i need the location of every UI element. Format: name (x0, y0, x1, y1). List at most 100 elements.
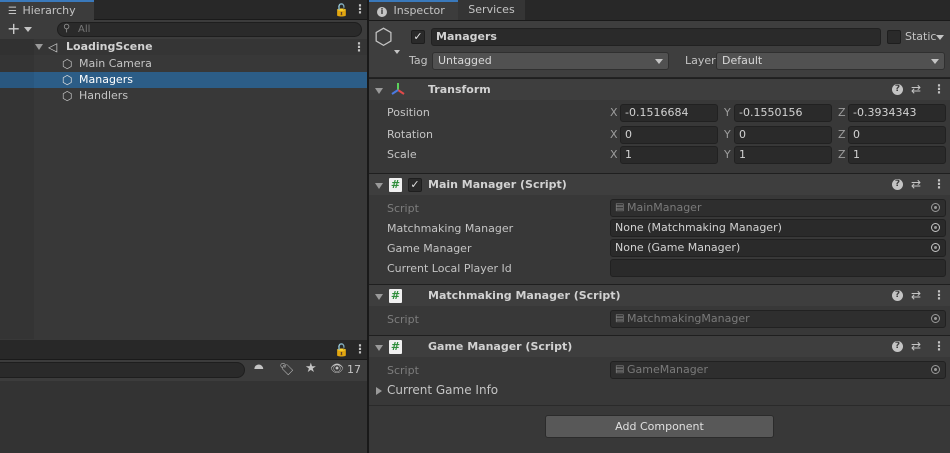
script-file-icon: ▤ (615, 202, 625, 213)
main-manager-header[interactable]: # ✓ Main Manager (Script) ? ⇄ ⋮ (369, 173, 950, 195)
list-icon: ☰ (8, 6, 17, 17)
gameobject-cube-icon: ⬡ (62, 89, 73, 103)
object-name-input[interactable]: Managers (431, 28, 881, 46)
active-checkbox[interactable]: ✓ (411, 30, 425, 44)
game-manager-header[interactable]: # Game Manager (Script) ? ⇄ ⋮ (369, 335, 950, 357)
favorite-star-icon[interactable]: ★ (305, 361, 317, 376)
tab-services[interactable]: Services (458, 0, 525, 20)
game-manager-field[interactable]: None (Game Manager) (610, 239, 946, 257)
help-icon[interactable]: ? (892, 179, 903, 190)
filter-by-label-icon[interactable]: 🏷 (279, 362, 294, 376)
axis-z-label[interactable]: Z (838, 106, 846, 119)
axis-x-label[interactable]: X (610, 106, 618, 119)
script-field: ▤ MainManager (610, 199, 946, 217)
kebab-menu-icon[interactable]: ⋮ (354, 3, 366, 15)
icon-dropdown-arrow-icon[interactable] (394, 50, 400, 54)
matchmaking-manager-title: Matchmaking Manager (Script) (428, 289, 621, 302)
main-manager-foldout-icon[interactable] (375, 183, 383, 189)
matchmaking-foldout-icon[interactable] (375, 294, 383, 300)
component-menu-icon[interactable]: ⋮ (933, 340, 945, 352)
static-label[interactable]: Static (905, 30, 936, 43)
rotation-x-field[interactable]: 0 (620, 126, 718, 144)
presets-icon[interactable]: ⇄ (911, 178, 921, 190)
axis-y-label[interactable]: Y (724, 106, 731, 119)
axis-z-label[interactable]: Z (838, 148, 846, 161)
main-manager-enabled-checkbox[interactable]: ✓ (408, 178, 422, 192)
scene-menu-icon[interactable]: ⋮ (353, 41, 365, 53)
object-picker-icon (931, 203, 940, 212)
layer-dropdown[interactable]: Default (716, 52, 945, 70)
position-y-field[interactable]: -0.1550156 (734, 104, 832, 122)
axis-z-label[interactable]: Z (838, 128, 846, 141)
object-picker-icon (931, 365, 940, 374)
scene-row[interactable]: ◁ LoadingScene ⋮ (0, 39, 367, 55)
gameobject-icon[interactable]: ⬡ (374, 25, 393, 51)
help-icon[interactable]: ? (892, 290, 903, 301)
transform-body: Position X -0.1516684 Y -0.1550156 Z -0.… (369, 100, 950, 173)
transform-header[interactable]: Transform ? ⇄ ⋮ (369, 78, 950, 100)
current-local-player-id-input[interactable] (610, 259, 946, 277)
position-z-field[interactable]: -0.3934343 (848, 104, 946, 122)
object-picker-icon[interactable] (931, 243, 940, 252)
matchmaking-manager-label: Matchmaking Manager (387, 222, 514, 235)
presets-icon[interactable]: ⇄ (911, 289, 921, 301)
add-button[interactable]: + (7, 20, 20, 38)
position-x-field[interactable]: -0.1516684 (620, 104, 718, 122)
axis-y-label[interactable]: Y (724, 128, 731, 141)
game-manager-title: Game Manager (Script) (428, 340, 573, 353)
matchmaking-manager-field[interactable]: None (Matchmaking Manager) (610, 219, 946, 237)
tag-dropdown[interactable]: Untagged (432, 52, 669, 70)
component-menu-icon[interactable]: ⋮ (933, 289, 945, 301)
tab-inspector[interactable]: i Inspector (369, 0, 458, 20)
tag-label: Tag (409, 54, 428, 67)
filter-by-type-icon[interactable]: ⯊ (254, 362, 264, 377)
current-game-info-foldout[interactable]: Current Game Info (375, 383, 675, 399)
matchmaking-manager-header[interactable]: # Matchmaking Manager (Script) ? ⇄ ⋮ (369, 284, 950, 306)
game-manager-foldout-icon[interactable] (375, 345, 383, 351)
project-search-input[interactable] (0, 362, 245, 378)
hierarchy-item-label: Managers (79, 73, 133, 86)
rotation-z-field[interactable]: 0 (848, 126, 946, 144)
axis-x-label[interactable]: X (610, 148, 618, 161)
hierarchy-toolbar: + ⚲ All (0, 20, 367, 39)
rotation-y-field[interactable]: 0 (734, 126, 832, 144)
hierarchy-search-input[interactable]: ⚲ All (57, 22, 362, 37)
scale-z-field[interactable]: 1 (848, 146, 946, 164)
help-icon[interactable]: ? (892, 341, 903, 352)
lock-icon[interactable]: 🔓 (334, 4, 349, 16)
project-tabbar: 🔓 ⋮ (0, 340, 367, 360)
add-component-button[interactable]: Add Component (545, 415, 774, 438)
scale-x-field[interactable]: 1 (620, 146, 718, 164)
hierarchy-item-main-camera[interactable]: ⬡ Main Camera (0, 56, 367, 72)
static-dropdown-arrow-icon[interactable] (936, 35, 944, 40)
presets-icon[interactable]: ⇄ (911, 340, 921, 352)
hierarchy-item-label: Main Camera (79, 57, 152, 70)
hierarchy-tabbar: ☰ Hierarchy 🔓 ⋮ (0, 0, 367, 20)
add-dropdown-arrow-icon[interactable] (24, 27, 32, 32)
transform-foldout-icon[interactable] (375, 88, 383, 94)
hierarchy-item-managers[interactable]: ⬡ Managers (0, 72, 367, 88)
axis-y-label[interactable]: Y (724, 148, 731, 161)
hierarchy-item-handlers[interactable]: ⬡ Handlers (0, 88, 367, 104)
presets-icon[interactable]: ⇄ (911, 83, 921, 95)
script-file-icon: ▤ (615, 364, 625, 375)
scene-foldout-icon[interactable] (35, 44, 43, 50)
lock-icon[interactable]: 🔓 (334, 344, 349, 356)
csharp-script-icon: # (389, 340, 402, 354)
kebab-menu-icon[interactable]: ⋮ (354, 343, 366, 355)
game-manager-label: Game Manager (387, 242, 472, 255)
scale-y-field[interactable]: 1 (734, 146, 832, 164)
help-icon[interactable]: ? (892, 84, 903, 95)
project-content (0, 381, 367, 453)
current-local-player-id-label: Current Local Player Id (387, 262, 512, 275)
static-checkbox[interactable] (887, 30, 901, 44)
axis-x-label[interactable]: X (610, 128, 618, 141)
csharp-script-icon: # (389, 178, 402, 192)
tab-hierarchy[interactable]: ☰ Hierarchy (0, 0, 94, 20)
inspector-tabbar: i Inspector Services (369, 0, 950, 21)
unity-scene-icon: ◁ (48, 40, 58, 54)
hidden-packages-icon[interactable]: 👁 (330, 362, 344, 375)
component-menu-icon[interactable]: ⋮ (933, 178, 945, 190)
object-picker-icon[interactable] (931, 223, 940, 232)
component-menu-icon[interactable]: ⋮ (933, 83, 945, 95)
